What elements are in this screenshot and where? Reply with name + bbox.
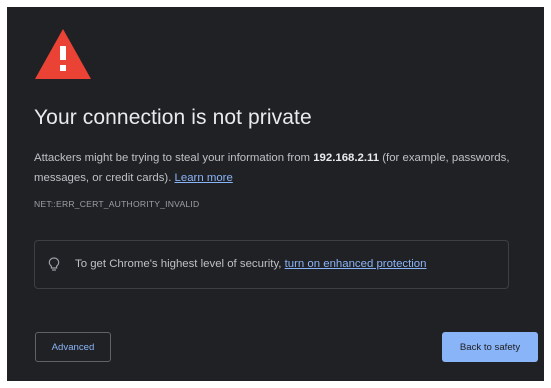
host-address: 192.168.2.11 [313, 152, 380, 164]
back-to-safety-button[interactable]: Back to safety [442, 332, 538, 362]
warning-message: Attackers might be trying to steal your … [34, 148, 514, 188]
lightbulb-icon [48, 257, 60, 271]
enhanced-protection-box: To get Chrome's highest level of securit… [34, 240, 509, 289]
security-text: To get Chrome's highest level of securit… [75, 258, 285, 270]
message-text-start: Attackers might be trying to steal your … [34, 152, 314, 164]
enhanced-protection-link[interactable]: turn on enhanced protection [285, 258, 427, 270]
warning-icon [35, 29, 91, 79]
enhanced-protection-text: To get Chrome's highest level of securit… [75, 258, 426, 270]
page-title: Your connection is not private [34, 106, 312, 129]
learn-more-link[interactable]: Learn more [175, 172, 233, 184]
error-code: NET::ERR_CERT_AUTHORITY_INVALID [34, 199, 200, 209]
advanced-button[interactable]: Advanced [35, 332, 111, 362]
interstitial-page: Your connection is not private Attackers… [7, 7, 544, 381]
